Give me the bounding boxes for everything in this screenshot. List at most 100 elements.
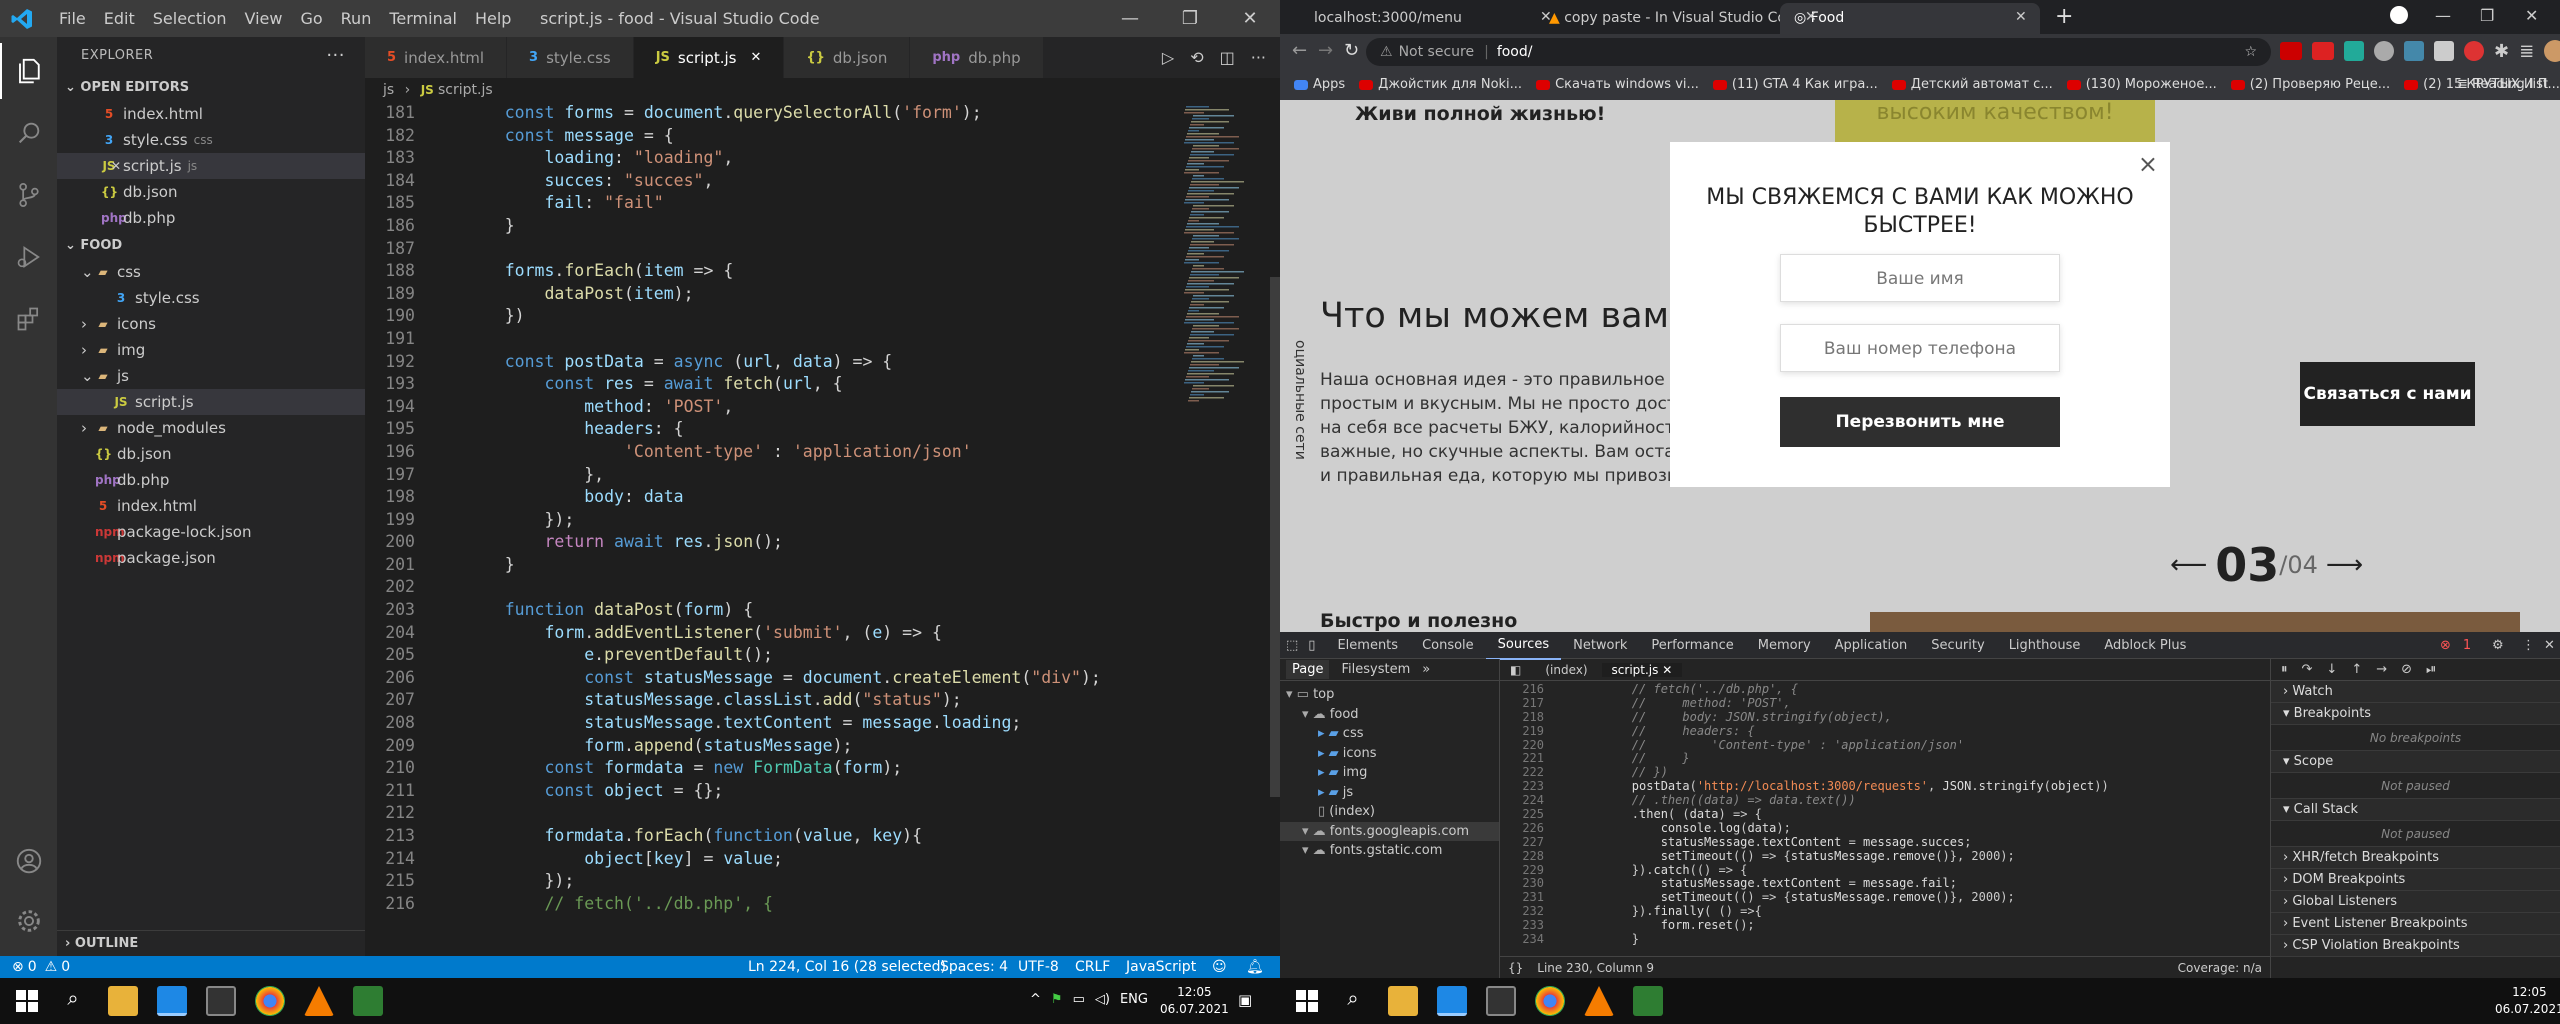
callback-button[interactable]: Перезвонить мне (1780, 397, 2060, 447)
search-icon[interactable]: ⌕ (58, 986, 88, 1016)
file-explorer-icon[interactable] (1388, 986, 1418, 1016)
source-tree-item[interactable]: ▸ ▰ icons (1280, 744, 1499, 764)
devtools-tab[interactable]: Lighthouse (1997, 632, 2093, 659)
file-item[interactable]: {} db.json (57, 441, 365, 467)
file-tab-active[interactable]: script.js ✕ (1601, 662, 1683, 677)
extensions-puzzle-icon[interactable]: ✱ (2494, 41, 2509, 62)
step-into-icon[interactable]: ↓ (2326, 662, 2337, 677)
maximize-button[interactable]: ❐ (1160, 0, 1220, 37)
source-line[interactable]: 229 }).catch(() => { (1500, 863, 2270, 878)
folder-item[interactable]: ⌄ ▰ css (57, 259, 365, 285)
bookmark-item[interactable]: Apps (1294, 70, 1345, 100)
bookmark-item[interactable]: Скачать windows vi... (1536, 70, 1699, 100)
page-tab[interactable]: Page (1286, 660, 1330, 679)
breadcrumb-folder[interactable]: js (383, 82, 394, 98)
name-input[interactable]: Ваше имя (1780, 254, 2060, 302)
source-line[interactable]: 223 postData('http://localhost:3000/requ… (1500, 779, 2270, 794)
folder-item[interactable]: › ▰ node_modules (57, 415, 365, 441)
source-tree-item[interactable]: ▾ ☁ fonts.gstatic.com (1280, 841, 1499, 861)
forward-icon[interactable]: → (1318, 40, 1333, 61)
vlc-icon[interactable] (304, 986, 334, 1016)
debugger-section-header[interactable]: ▾ Call Stack (2271, 799, 2560, 821)
editor-tab[interactable]: {} db.json (784, 37, 911, 78)
explorer-icon[interactable] (0, 43, 57, 99)
vscode-icon[interactable] (1437, 986, 1467, 1016)
file-explorer-icon[interactable] (108, 986, 138, 1016)
debugger-section-header[interactable]: ▾ Breakpoints (2271, 703, 2560, 725)
devtools-tab[interactable]: Sources (1485, 631, 1562, 660)
devtools-tab[interactable]: Performance (1639, 632, 1745, 659)
menu-item[interactable]: Go (291, 0, 331, 37)
source-line[interactable]: 226 console.log(data); (1500, 821, 2270, 836)
open-editor-item[interactable]: 5 index.html (57, 101, 365, 127)
source-line[interactable]: 231 setTimeout(() => {statusMessage.remo… (1500, 890, 2270, 905)
code-line[interactable]: 186 } (365, 215, 1175, 238)
terminal-icon[interactable] (206, 986, 236, 1016)
code-line[interactable]: 194 method: 'POST', (365, 396, 1175, 419)
windows-start-icon[interactable] (1292, 986, 1322, 1016)
device-toggle-icon[interactable]: ▯ (1304, 632, 1325, 659)
source-tree-item[interactable]: ▾ ☁ fonts.googleapis.com (1280, 821, 1499, 841)
file-tab[interactable]: (index) (1531, 663, 1601, 677)
browser-tab-active[interactable]: ◎ Food (1780, 3, 2040, 34)
devtools-tab[interactable]: Application (1823, 632, 1920, 659)
menu-item[interactable]: View (236, 0, 292, 37)
tab-search-icon[interactable] (2390, 6, 2408, 24)
chevron-up-icon[interactable]: ^ (1030, 992, 1041, 1007)
network-icon[interactable]: ▭ (1073, 992, 1085, 1007)
more-actions-icon[interactable]: ··· (1251, 48, 1266, 67)
code-line[interactable]: 214 object[key] = value; (365, 848, 1175, 871)
outline-section[interactable]: › OUTLINE (57, 930, 365, 956)
line-ending[interactable]: CRLF (1075, 956, 1110, 978)
search-icon[interactable]: ⌕ (1338, 986, 1368, 1016)
chrome-icon[interactable] (255, 986, 285, 1016)
source-line[interactable]: 222 // }) (1500, 765, 2270, 780)
debugger-section-header[interactable]: ▾ Scope (2271, 751, 2560, 773)
source-line[interactable]: 224 // .then((data) => data.text()) (1500, 793, 2270, 808)
notifications-icon[interactable]: ▣ (1238, 991, 1252, 1009)
source-control-icon[interactable] (0, 167, 57, 223)
source-line[interactable]: 228 setTimeout(() => {statusMessage.remo… (1500, 849, 2270, 864)
code-line[interactable]: 184 succes: "succes", (365, 170, 1175, 193)
maximize-button[interactable]: ❐ (2480, 6, 2494, 25)
run-icon[interactable]: ▷ (1162, 48, 1174, 67)
cursor-position[interactable]: Ln 224, Col 16 (28 selected) (748, 956, 946, 978)
browser-tab[interactable]: localhost:3000/menu (1300, 3, 1550, 34)
bookmark-item[interactable]: Детский автомат с... (1891, 70, 2053, 100)
extension-icon[interactable] (2404, 41, 2424, 61)
more-actions-icon[interactable]: ··· (326, 37, 345, 75)
error-icon[interactable]: ⊗ (12, 956, 24, 978)
pause-icon[interactable]: ⏸ (2281, 662, 2288, 677)
source-line[interactable]: 232 }).finally( () =>{ (1500, 904, 2270, 919)
close-button[interactable]: ✕ (2525, 6, 2538, 25)
close-button[interactable]: ✕ (1220, 0, 1280, 37)
code-line[interactable]: 198 body: data (365, 486, 1175, 509)
next-arrow-icon[interactable]: ⟶ (2326, 550, 2363, 580)
source-tree-item[interactable]: ▸ ▰ css (1280, 724, 1499, 744)
open-editors-section[interactable]: ⌄ OPEN EDITORS (57, 75, 365, 101)
terminal-icon[interactable] (1486, 986, 1516, 1016)
contact-button[interactable]: Связаться с нами (2300, 362, 2475, 426)
file-item[interactable]: npm package.json (57, 545, 365, 571)
volume-icon[interactable]: ◁) (1095, 992, 1110, 1007)
code-line[interactable]: 202 (365, 576, 1175, 599)
open-editor-item[interactable]: 3 style.css css (57, 127, 365, 153)
code-line[interactable]: 208 statusMessage.textContent = message.… (365, 712, 1175, 735)
menu-item[interactable]: Selection (144, 0, 236, 37)
notifications-bell-icon[interactable]: 🔔︎ (1246, 956, 1264, 978)
chrome-icon[interactable] (1535, 986, 1565, 1016)
close-icon[interactable]: ✕ (750, 50, 761, 65)
code-line[interactable]: 213 formdata.forEach(function(value, key… (365, 825, 1175, 848)
source-line[interactable]: 220 // 'Content-type' : 'application/jso… (1500, 738, 2270, 753)
file-item[interactable]: 3 style.css (57, 285, 365, 311)
avatar[interactable] (2544, 40, 2560, 62)
debugger-section-header[interactable]: › CSP Violation Breakpoints (2271, 935, 2560, 957)
code-line[interactable]: 203 function dataPost(form) { (365, 599, 1175, 622)
editor-tab[interactable]: php db.php (910, 37, 1044, 78)
compare-icon[interactable]: ⟲ (1190, 48, 1203, 67)
debugger-section-header[interactable]: › Event Listener Breakpoints (2271, 913, 2560, 935)
code-line[interactable]: 204 form.addEventListener('submit', (e) … (365, 622, 1175, 645)
code-line[interactable]: 207 statusMessage.classList.add("status"… (365, 689, 1175, 712)
tab-close-icon[interactable]: ✕ (1805, 9, 1817, 25)
source-lines[interactable]: 216 // fetch('../db.php', {217 // method… (1500, 681, 2270, 947)
